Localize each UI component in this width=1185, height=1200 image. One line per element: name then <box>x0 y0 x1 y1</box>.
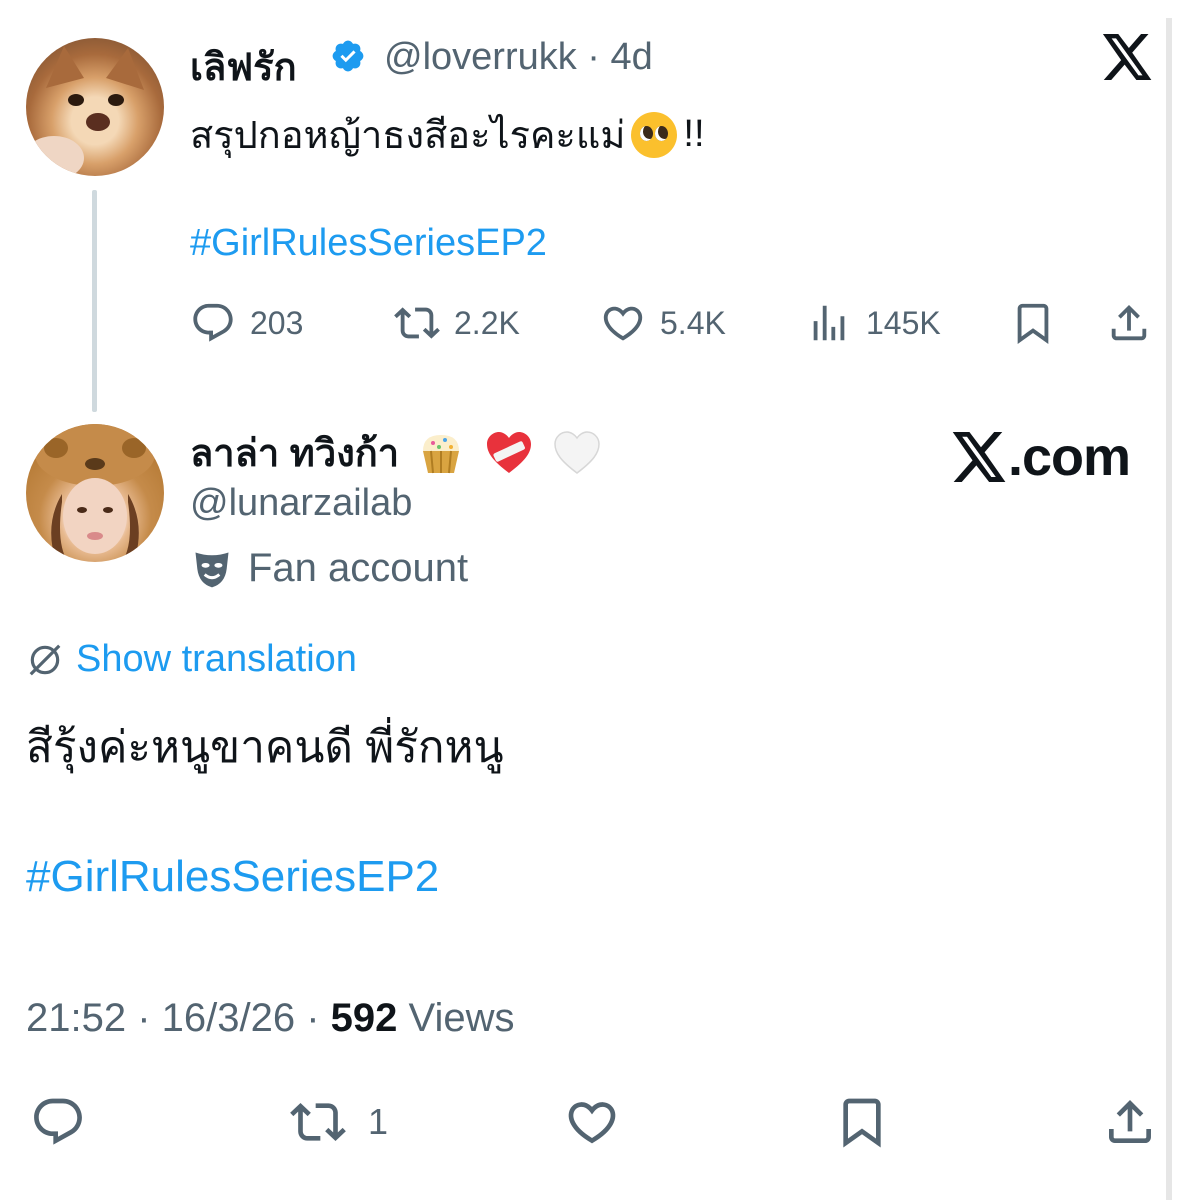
like-button[interactable] <box>564 1094 620 1150</box>
heart-icon <box>603 306 643 341</box>
author-handle-time[interactable]: @loverrukk · 4d <box>384 36 653 79</box>
tweet-text-body: สรุปกอหญ้าธงสีอะไรคะแม่ <box>190 115 626 157</box>
tweet-text: สรุปกอหญ้าธงสีอะไรคะแม่ !! <box>190 104 705 165</box>
white-heart-emoji-icon <box>554 430 600 474</box>
like-count: 5.4K <box>660 304 726 341</box>
share-icon <box>1111 304 1147 341</box>
like-button[interactable]: 5.4K <box>600 300 726 346</box>
reply-count: 203 <box>250 304 304 341</box>
show-translation-link[interactable]: Show translation <box>26 638 357 681</box>
bookmark-button[interactable] <box>834 1094 890 1150</box>
x-watermark-icon <box>952 432 1006 482</box>
scrollbar-edge <box>1166 18 1172 1200</box>
repost-count: 2.2K <box>454 304 520 341</box>
dot-separator: · <box>295 996 331 1040</box>
tweet-meta: 21:52 · 16/3/26 · 592 Views <box>26 996 515 1041</box>
bookmark-icon <box>843 1098 881 1148</box>
x-com-watermark: .com <box>952 426 1131 488</box>
reply-icon <box>193 303 233 342</box>
views-label: Views <box>408 996 515 1040</box>
author-handle[interactable]: @lunarzailab <box>190 482 412 525</box>
views-count: 145K <box>866 304 941 341</box>
pleading-face-emoji-icon <box>631 111 678 158</box>
tweet-text: สีรุ้งค่ะหนูขาคนดี พี่รักหนู <box>26 723 504 772</box>
cupcake-emoji-icon <box>423 434 460 473</box>
author-handle[interactable]: @loverrukk <box>384 36 577 78</box>
reply-button[interactable] <box>30 1094 86 1150</box>
heart-icon <box>568 1102 616 1144</box>
avatar-loverrukk[interactable] <box>26 38 164 176</box>
tweet-age[interactable]: 4d <box>611 36 653 78</box>
author-name-row: ลาล่า ทวิงก้า <box>190 422 603 483</box>
thread-connector <box>92 190 97 412</box>
account-label[interactable]: Fan account <box>190 546 468 591</box>
repost-icon <box>290 1103 346 1141</box>
views-button[interactable]: 145K <box>806 300 941 346</box>
repost-button[interactable]: 2.2K <box>394 300 520 346</box>
x-logo-icon[interactable] <box>1102 34 1154 80</box>
views-count: 592 <box>330 996 398 1040</box>
reply-icon <box>34 1098 82 1145</box>
verified-badge-icon <box>332 40 364 72</box>
bookmark-icon <box>1017 303 1049 344</box>
author-name[interactable]: เลิฟรัก <box>190 36 297 97</box>
share-button[interactable] <box>1106 300 1152 346</box>
fan-account-label: Fan account <box>248 546 469 590</box>
repost-icon <box>394 307 440 339</box>
mending-heart-emoji-icon <box>487 431 532 473</box>
repost-count: 1 <box>368 1101 389 1142</box>
views-chart-icon <box>813 305 845 341</box>
share-icon <box>1109 1100 1151 1143</box>
hashtag-link[interactable]: #GirlRulesSeriesEP2 <box>190 222 547 265</box>
reply-button[interactable]: 203 <box>190 300 303 346</box>
post-time[interactable]: 21:52 <box>26 996 126 1040</box>
bookmark-button[interactable] <box>1010 300 1056 346</box>
dot-separator: · <box>576 36 611 78</box>
repost-button[interactable]: 1 <box>290 1094 388 1150</box>
translate-globe-icon <box>29 644 61 675</box>
share-button[interactable] <box>1102 1094 1158 1150</box>
author-name[interactable]: ลาล่า ทวิงก้า <box>190 422 399 483</box>
theater-masks-icon <box>195 552 229 587</box>
tweet-text-suffix: !! <box>683 113 705 155</box>
dot-separator: · <box>126 996 162 1040</box>
post-date[interactable]: 16/3/26 <box>162 996 295 1040</box>
watermark-text: .com <box>1008 427 1131 487</box>
avatar-lunarzailab[interactable] <box>26 424 164 562</box>
hashtag-link[interactable]: #GirlRulesSeriesEP2 <box>26 852 439 902</box>
show-translation-label[interactable]: Show translation <box>76 638 357 681</box>
